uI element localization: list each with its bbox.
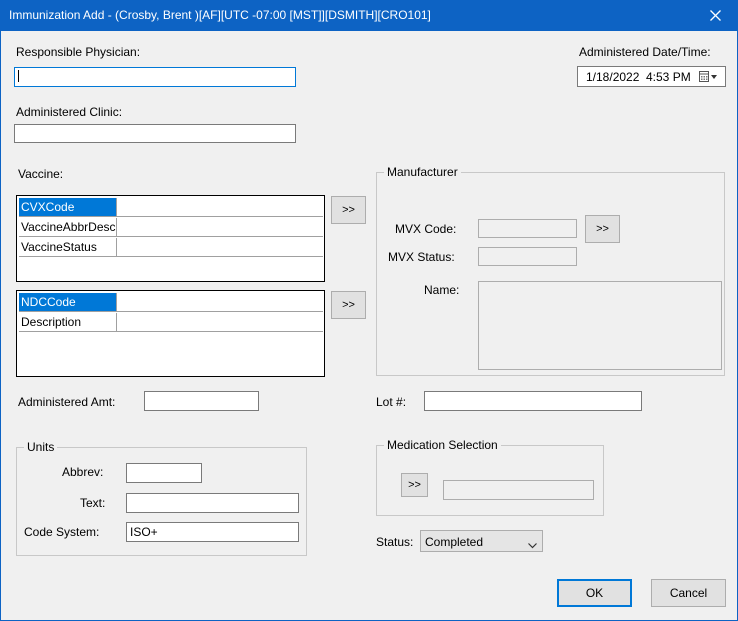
grid-row-ndccode[interactable]: NDCCode xyxy=(19,293,323,312)
ndc-browse-button[interactable]: >> xyxy=(331,291,366,319)
administered-datetime-label: Administered Date/Time: xyxy=(579,45,711,59)
ok-button[interactable]: OK xyxy=(557,579,632,607)
lot-input[interactable] xyxy=(424,391,642,411)
abbrev-input[interactable] xyxy=(126,463,202,483)
grid-row-label: CVXCode xyxy=(19,198,117,216)
grid-row-cvxcode[interactable]: CVXCode xyxy=(19,198,323,217)
code-system-label: Code System: xyxy=(24,525,100,539)
cancel-button[interactable]: Cancel xyxy=(651,579,726,607)
clinic-label: Administered Clinic: xyxy=(16,105,123,119)
grid-cell[interactable] xyxy=(117,313,323,331)
grid-cell[interactable] xyxy=(117,218,323,236)
medication-browse-button[interactable]: >> xyxy=(401,473,428,497)
grid-row-label: VaccineStatus xyxy=(19,238,117,256)
grid-row-label: NDCCode xyxy=(19,293,117,311)
administered-amt-label: Administered Amt: xyxy=(18,395,116,409)
units-group: Units Abbrev: Text: Code System: ISO+ xyxy=(16,440,307,556)
ndc-grid[interactable]: NDCCode Description xyxy=(16,290,325,377)
units-text-input[interactable] xyxy=(126,493,299,513)
medication-selection-legend: Medication Selection xyxy=(384,438,501,452)
vaccine-browse-button[interactable]: >> xyxy=(331,196,366,224)
manufacturer-name-label: Name: xyxy=(424,283,460,297)
window-title: Immunization Add - (Crosby, Brent )[AF][… xyxy=(9,8,431,22)
mvx-code-label: MVX Code: xyxy=(395,222,457,236)
calendar-icon[interactable] xyxy=(699,71,719,86)
grid-cell[interactable] xyxy=(117,238,323,256)
status-select[interactable]: Completed xyxy=(420,530,543,552)
mvx-browse-button[interactable]: >> xyxy=(585,215,620,243)
units-text-label: Text: xyxy=(80,496,106,510)
medication-selection-group: Medication Selection >> xyxy=(376,438,604,516)
grid-row-vaccineabbrdesc[interactable]: VaccineAbbrDesc xyxy=(19,218,323,237)
manufacturer-name-field xyxy=(478,281,722,370)
abbrev-label: Abbrev: xyxy=(62,465,104,479)
administered-datetime-picker[interactable]: 1/18/2022 4:53 PM xyxy=(577,66,726,87)
status-label: Status: xyxy=(376,535,414,549)
physician-input[interactable] xyxy=(14,67,296,87)
grid-row-label: VaccineAbbrDesc xyxy=(21,218,117,236)
lot-label: Lot #: xyxy=(376,395,407,409)
vaccine-label: Vaccine: xyxy=(18,167,64,181)
vaccine-grid[interactable]: CVXCode VaccineAbbrDesc VaccineStatus xyxy=(16,195,325,282)
chevron-down-icon xyxy=(528,538,537,552)
clinic-input[interactable] xyxy=(14,124,296,143)
mvx-status-label: MVX Status: xyxy=(388,250,455,264)
grid-row-vaccinestatus[interactable]: VaccineStatus xyxy=(19,238,323,257)
manufacturer-legend: Manufacturer xyxy=(384,165,461,179)
grid-row-description[interactable]: Description xyxy=(19,313,323,332)
mvx-status-field xyxy=(478,247,577,266)
text-cursor xyxy=(18,70,19,82)
manufacturer-group: Manufacturer MVX Code: >> MVX Status: Na… xyxy=(376,165,725,376)
administered-amt-input[interactable] xyxy=(144,391,259,411)
administered-time: 4:53 PM xyxy=(646,70,691,84)
grid-cell[interactable] xyxy=(117,198,323,216)
title-bar: Immunization Add - (Crosby, Brent )[AF][… xyxy=(0,0,738,31)
status-value: Completed xyxy=(425,535,484,549)
medication-selection-field xyxy=(443,480,594,500)
mvx-code-field xyxy=(478,219,577,238)
grid-cell[interactable] xyxy=(117,293,323,311)
close-button[interactable] xyxy=(692,0,738,31)
administered-date: 1/18/2022 xyxy=(586,70,640,84)
immunization-dialog: Responsible Physician: Administered Clin… xyxy=(0,31,738,621)
grid-row-label: Description xyxy=(19,313,117,331)
code-system-input[interactable]: ISO+ xyxy=(126,522,299,542)
units-legend: Units xyxy=(24,440,58,454)
close-icon xyxy=(709,10,721,21)
physician-label: Responsible Physician: xyxy=(16,45,141,59)
